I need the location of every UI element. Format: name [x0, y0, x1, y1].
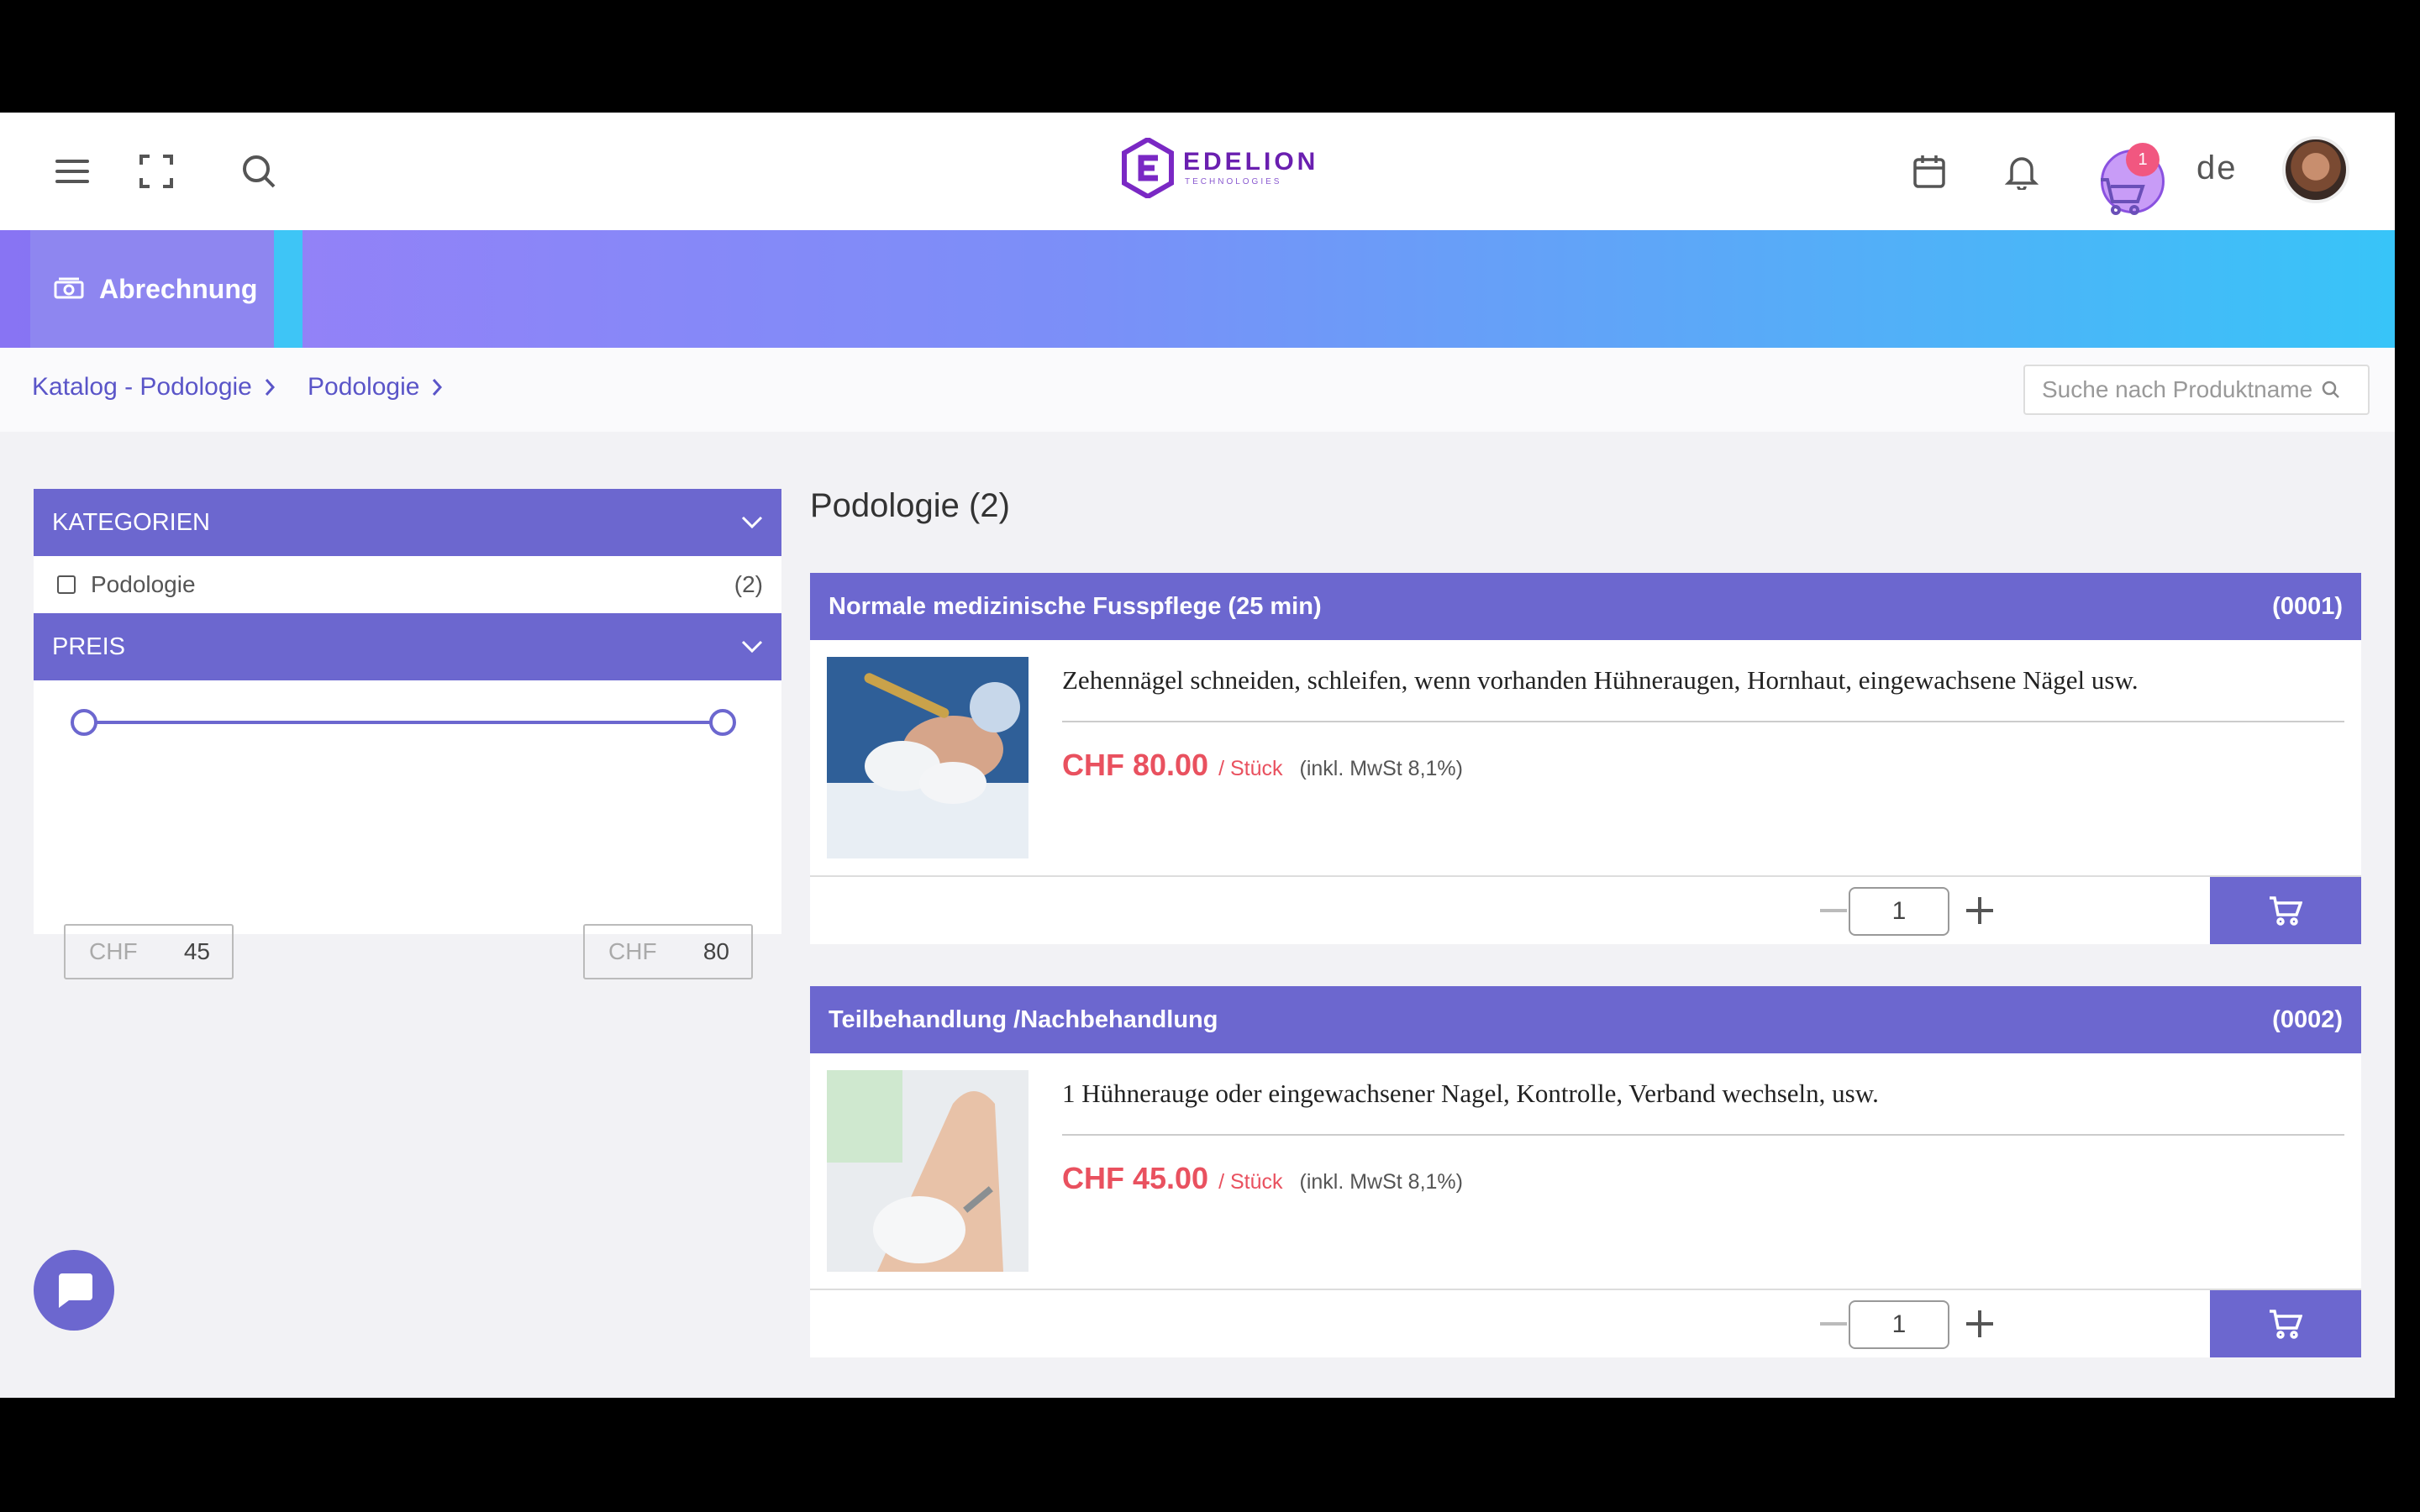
- top-bar: EDELION TECHNOLOGIES 1 de: [0, 113, 2395, 230]
- price-min-input[interactable]: CHF 45: [64, 924, 234, 979]
- quantity-increase-button[interactable]: [1956, 885, 2003, 936]
- product-code: (0001): [2272, 592, 2343, 620]
- price-min-value: 45: [183, 938, 210, 964]
- price-max-currency: CHF: [608, 938, 657, 964]
- bell-icon[interactable]: [1991, 141, 2052, 202]
- product-price: CHF 45.00: [1062, 1161, 1209, 1195]
- product-image[interactable]: [827, 657, 1028, 858]
- cart-icon: [2101, 178, 2145, 215]
- chevron-right-icon: [433, 379, 443, 396]
- logo-subtitle: TECHNOLOGIES: [1185, 177, 1282, 186]
- price-max-value: 80: [702, 938, 729, 964]
- logo-icon: [1122, 138, 1174, 198]
- add-to-cart-button[interactable]: [2210, 1290, 2361, 1357]
- calendar-icon[interactable]: [1899, 141, 1960, 202]
- cart-icon: [2270, 1310, 2302, 1339]
- search-icon[interactable]: [229, 141, 289, 202]
- cart-count-badge: 1: [2126, 143, 2160, 176]
- fullscreen-icon[interactable]: [126, 141, 187, 202]
- tab-abrechnung[interactable]: Abrechnung: [30, 230, 274, 348]
- cart-button[interactable]: 1: [2096, 143, 2171, 218]
- product-image[interactable]: [827, 1070, 1028, 1272]
- chevron-down-icon: [741, 640, 763, 654]
- breadcrumb-label: Katalog - Podologie: [32, 373, 252, 401]
- product-price-row: CHF 45.00 / Stück (inkl. MwSt 8,1%): [1062, 1161, 1463, 1196]
- slider-track: [87, 721, 726, 724]
- price-header[interactable]: PREIS: [34, 613, 781, 680]
- product-actions: 1: [810, 875, 2361, 944]
- breadcrumb: Katalog - Podologie Podologie: [0, 348, 2395, 432]
- logo[interactable]: EDELION TECHNOLOGIES: [1121, 138, 1318, 198]
- product-header[interactable]: Normale medizinische Fusspflege (25 min)…: [810, 573, 2361, 640]
- cash-icon: [54, 277, 84, 299]
- module-banner: Abrechnung: [0, 230, 2395, 348]
- product-code: (0002): [2272, 1005, 2343, 1033]
- breadcrumb-item[interactable]: Katalog - Podologie: [32, 373, 276, 402]
- category-count: (2): [734, 571, 763, 597]
- category-label: Podologie: [91, 571, 196, 597]
- language-switch[interactable]: de: [2196, 150, 2238, 187]
- chat-button[interactable]: [34, 1250, 114, 1331]
- app-window: EDELION TECHNOLOGIES 1 de Abrechnung Kat…: [0, 113, 2395, 1398]
- categories-title: KATEGORIEN: [52, 508, 210, 536]
- product-title: Teilbehandlung /Nachbehandlung: [829, 1005, 1218, 1033]
- product-price-row: CHF 80.00 / Stück (inkl. MwSt 8,1%): [1062, 748, 1463, 783]
- product-unit: / Stück: [1218, 1170, 1283, 1194]
- product-description: 1 Hühnerauge oder eingewachsener Nagel, …: [1062, 1079, 2344, 1136]
- product-price: CHF 80.00: [1062, 748, 1209, 782]
- product-actions: 1: [810, 1289, 2361, 1357]
- product-card: Teilbehandlung /Nachbehandlung (0002) 1 …: [810, 986, 2361, 1357]
- breadcrumb-label: Podologie: [308, 373, 420, 401]
- avatar[interactable]: [2282, 136, 2349, 203]
- menu-icon[interactable]: [42, 141, 103, 202]
- slider-min-handle[interactable]: [71, 709, 97, 736]
- chevron-right-icon: [265, 379, 275, 396]
- product-card: Normale medizinische Fusspflege (25 min)…: [810, 573, 2361, 944]
- product-header[interactable]: Teilbehandlung /Nachbehandlung (0002): [810, 986, 2361, 1053]
- minus-icon: [1820, 1322, 1847, 1326]
- add-to-cart-button[interactable]: [2210, 877, 2361, 944]
- page-title: Podologie (2): [810, 487, 1010, 524]
- chat-icon: [59, 1273, 92, 1308]
- quantity-input[interactable]: 1: [1849, 887, 1949, 936]
- product-vat: (inkl. MwSt 8,1%): [1299, 757, 1463, 780]
- chevron-down-icon: [741, 516, 763, 529]
- product-unit: / Stück: [1218, 757, 1283, 780]
- cart-icon: [2270, 896, 2302, 926]
- tab-abrechnung-label: Abrechnung: [99, 273, 258, 304]
- breadcrumb-item[interactable]: Podologie: [308, 373, 443, 402]
- product-search[interactable]: [2023, 365, 2370, 415]
- slider-max-handle[interactable]: [709, 709, 736, 736]
- price-min-currency: CHF: [89, 938, 138, 964]
- search-icon[interactable]: [2321, 380, 2341, 400]
- banner-tab-accent: [274, 230, 302, 348]
- product-description: Zehennägel schneiden, schleifen, wenn vo…: [1062, 665, 2344, 722]
- search-input[interactable]: [2040, 375, 2321, 404]
- plus-icon: [1966, 1310, 1993, 1337]
- categories-header[interactable]: KATEGORIEN: [34, 489, 781, 556]
- price-range-slider[interactable]: [34, 680, 781, 756]
- plus-icon: [1966, 897, 1993, 924]
- product-vat: (inkl. MwSt 8,1%): [1299, 1170, 1463, 1194]
- price-max-input[interactable]: CHF 80: [583, 924, 753, 979]
- category-item[interactable]: Podologie (2): [34, 556, 781, 613]
- logo-name: EDELION: [1183, 148, 1319, 176]
- banner-tab-bg: Abrechnung: [0, 230, 302, 348]
- filter-panel: KATEGORIEN Podologie (2) PREIS CHF 45 CH…: [34, 489, 781, 979]
- product-title: Normale medizinische Fusspflege (25 min): [829, 592, 1322, 620]
- minus-icon: [1820, 909, 1847, 912]
- price-title: PREIS: [52, 633, 126, 660]
- quantity-increase-button[interactable]: [1956, 1299, 2003, 1349]
- category-checkbox[interactable]: [57, 575, 76, 594]
- quantity-input[interactable]: 1: [1849, 1300, 1949, 1349]
